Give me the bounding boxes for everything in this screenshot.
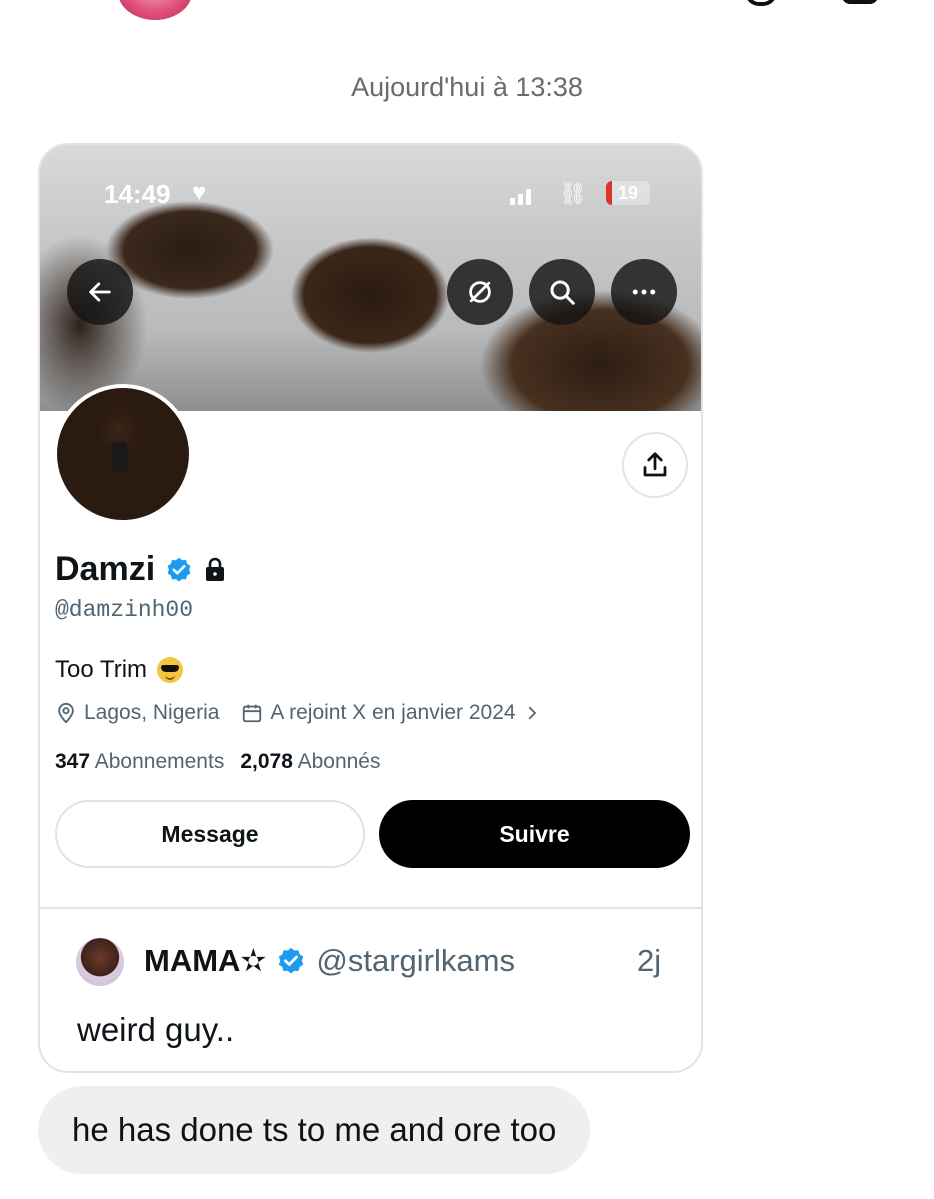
grok-icon — [469, 281, 491, 303]
lock-icon — [206, 557, 225, 581]
followers-count: 2,078 — [240, 750, 293, 773]
quoted-post-header: MAMA✫ @stargirlkams — [144, 943, 515, 979]
profile-name: Damzi — [55, 550, 156, 588]
profile-stats: 347 Abonnements 2,078 Abonnés — [55, 750, 380, 774]
message-bubble[interactable]: he has done ts to me and ore too — [38, 1086, 591, 1174]
profile-handle: @damzinh00 — [55, 597, 194, 623]
profile-avatar[interactable] — [53, 384, 193, 524]
calendar-icon — [243, 704, 262, 723]
location-text: Lagos, Nigeria — [84, 701, 220, 724]
status-time: 14:49 — [104, 179, 171, 209]
back-arrow-icon[interactable] — [30, 0, 54, 4]
grok-button[interactable] — [447, 259, 513, 325]
call-icon[interactable] — [745, 0, 777, 6]
shared-profile-card[interactable]: 14:49 ♥ ⛓ 19 Damzi @damzinh00 Too Trim L… — [38, 143, 703, 1073]
following-label: Abonnements — [94, 750, 225, 773]
more-dots-icon — [632, 289, 656, 295]
joined-item[interactable]: A rejoint X en janvier 2024 — [241, 701, 540, 725]
search-icon — [550, 280, 575, 305]
message-button[interactable]: Message — [55, 800, 365, 868]
verified-badge-icon — [279, 947, 304, 974]
profile-banner: 14:49 ♥ ⛓ 19 — [40, 145, 701, 411]
quoted-author-avatar[interactable] — [76, 938, 124, 986]
followers-label: Abonnés — [297, 750, 381, 773]
follow-button[interactable]: Suivre — [379, 800, 690, 868]
following-stat[interactable]: 347 Abonnements — [55, 750, 224, 774]
chat-contact-avatar[interactable] — [118, 0, 192, 20]
verified-badge-icon — [167, 557, 191, 582]
bio-text: Too Trim — [55, 656, 148, 683]
share-icon — [643, 452, 667, 477]
back-button[interactable] — [67, 259, 133, 325]
card-divider — [40, 907, 701, 909]
followers-stat[interactable]: 2,078 Abonnés — [240, 750, 380, 774]
share-button[interactable] — [622, 432, 688, 498]
search-button[interactable] — [529, 259, 595, 325]
quoted-post-time: 2j — [637, 943, 662, 978]
location-item: Lagos, Nigeria — [55, 701, 219, 725]
signal-icon — [510, 185, 538, 205]
profile-bio: Too Trim — [55, 656, 184, 684]
link-icon: ⛓ — [559, 181, 587, 206]
battery-indicator: 19 — [606, 181, 650, 205]
quoted-author-handle[interactable]: @stargirlkams — [316, 943, 515, 979]
quoted-author-name[interactable]: MAMA✫ — [144, 943, 266, 979]
chevron-right-icon — [528, 706, 536, 720]
profile-name-row: Damzi — [55, 550, 227, 589]
heart-icon: ♥ — [192, 179, 207, 206]
quoted-post-text: weird guy.. — [77, 1011, 235, 1048]
arrow-left-icon — [89, 282, 111, 302]
profile-meta: Lagos, Nigeria A rejoint X en janvier 20… — [55, 701, 541, 725]
video-call-icon[interactable] — [842, 0, 878, 4]
more-options-button[interactable] — [611, 259, 677, 325]
sunglasses-emoji-icon — [157, 657, 184, 683]
location-pin-icon — [58, 702, 74, 724]
chat-timestamp: Aujourd'hui à 13:38 — [351, 72, 583, 102]
following-count: 347 — [55, 750, 91, 773]
joined-text: A rejoint X en janvier 2024 — [270, 701, 516, 724]
